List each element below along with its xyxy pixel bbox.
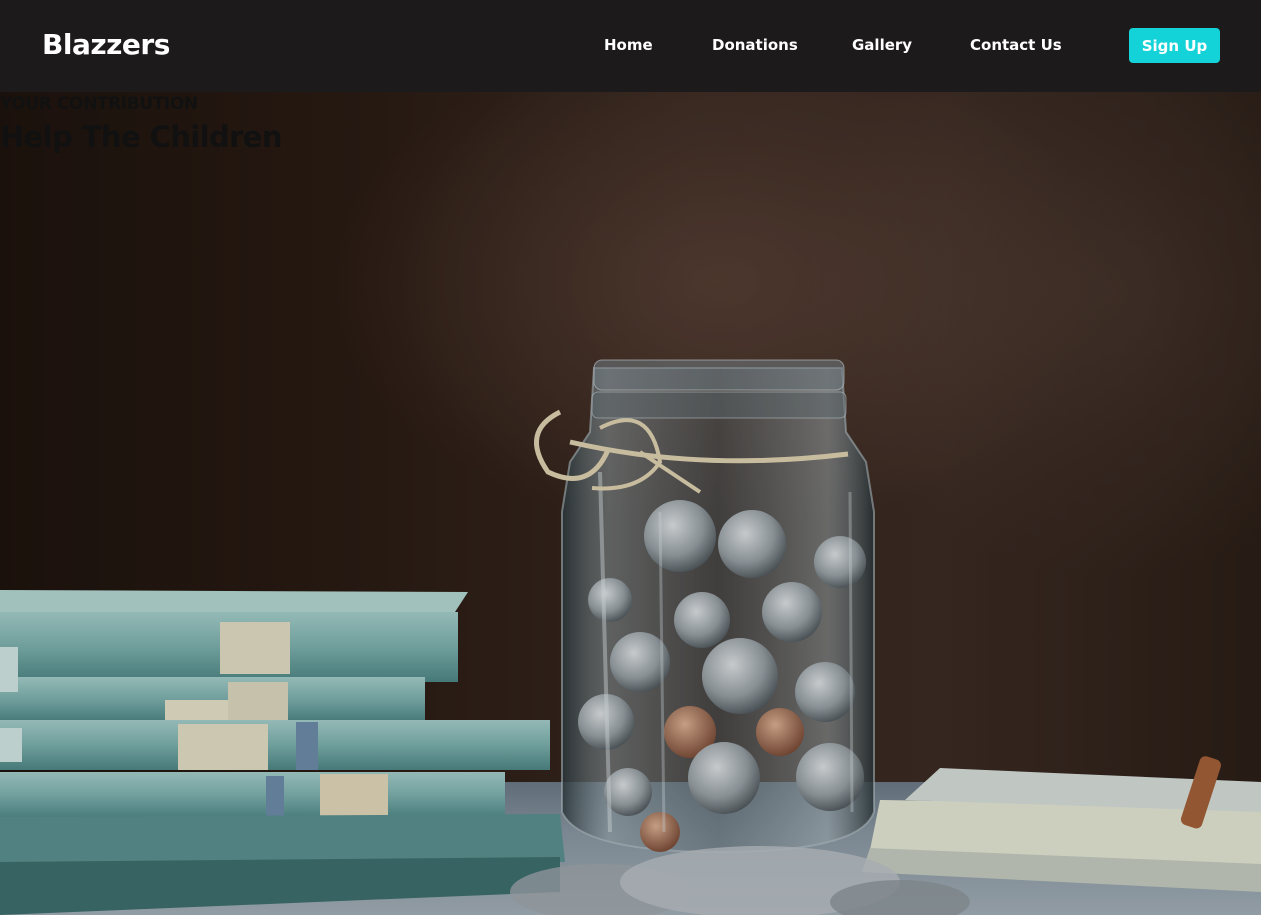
nav-link-contact-us[interactable]: Contact Us bbox=[970, 36, 1062, 54]
nav-link-home[interactable]: Home bbox=[604, 36, 653, 54]
coin-jar-photo bbox=[0, 92, 1261, 915]
navbar: Blazzers Home Donations Gallery Contact … bbox=[0, 0, 1261, 92]
nav-link-gallery[interactable]: Gallery bbox=[852, 36, 912, 54]
hero-eyebrow: YOUR CONTRIBUTION bbox=[0, 94, 198, 114]
nav-link-donations[interactable]: Donations bbox=[712, 36, 798, 54]
hero-text: YOUR CONTRIBUTION Help The Children bbox=[0, 94, 283, 154]
hero-title: Help The Children bbox=[0, 120, 283, 154]
nav-links: Home Donations Gallery Contact Us bbox=[0, 36, 1261, 58]
hero-section: YOUR CONTRIBUTION Help The Children bbox=[0, 92, 1261, 915]
sign-up-button[interactable]: Sign Up bbox=[1129, 28, 1220, 63]
